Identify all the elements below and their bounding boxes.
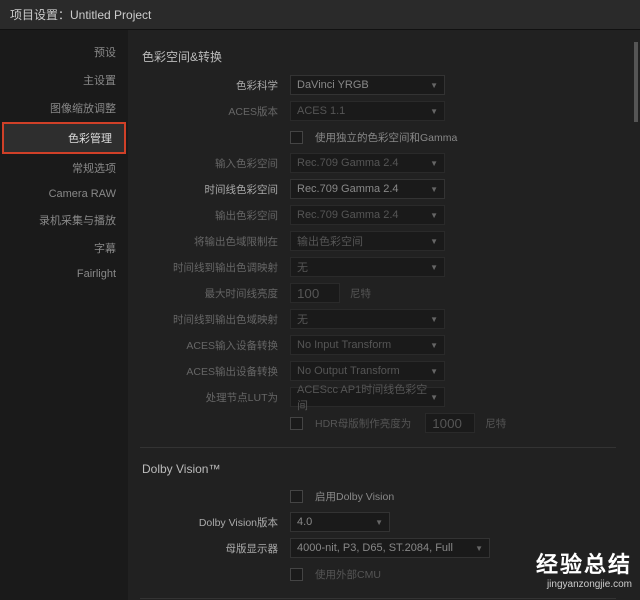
checkbox-dolby-enable[interactable] [290,490,303,503]
select-timeline-cs[interactable]: Rec.709 Gamma 2.4▼ [290,179,445,199]
content-panel: 色彩空间&转换 色彩科学DaVinci YRGB▼ ACES版本ACES 1.1… [128,30,640,600]
select-master-disp[interactable]: 4000-nit, P3, D65, ST.2084, Full▼ [290,538,490,558]
sidebar-item-image-scaling[interactable]: 图像缩放调整 [0,94,128,122]
label-dolby-version: Dolby Vision版本 [140,515,290,530]
select-aces-idt: No Input Transform▼ [290,335,445,355]
label-color-science: 色彩科学 [140,78,290,93]
select-limit-output: 输出色彩空间▼ [290,231,445,251]
sidebar-item-preset[interactable]: 预设 [0,38,128,66]
label-aces-version: ACES版本 [140,104,290,119]
chevron-down-icon: ▼ [430,81,438,90]
sidebar-item-camera-raw[interactable]: Camera RAW [0,182,128,206]
label-separate-cs: 使用独立的色彩空间和Gamma [315,130,457,145]
section-title-color: 色彩空间&转换 [142,48,616,65]
sidebar-item-subtitles[interactable]: 字幕 [0,234,128,262]
unit-nits: 尼特 [350,286,371,301]
label-aces-idt: ACES输入设备转换 [140,338,290,353]
unit-nits-2: 尼特 [485,416,506,431]
label-limit-output: 将输出色域限制在 [140,234,290,249]
sidebar-item-general[interactable]: 常规选项 [0,154,128,182]
label-ext-cmu: 使用外部CMU [315,567,381,582]
select-input-cs: Rec.709 Gamma 2.4▼ [290,153,445,173]
checkbox-separate-cs[interactable] [290,131,303,144]
sidebar-item-color-management[interactable]: 色彩管理 [2,122,126,154]
label-aces-odt: ACES输出设备转换 [140,364,290,379]
select-aces-version: ACES 1.1▼ [290,101,445,121]
select-tl-out-gam: 无▼ [290,309,445,329]
label-input-cs: 输入色彩空间 [140,156,290,171]
label-hdr-master: HDR母版制作亮度为 [315,416,411,431]
input-hdr-lum [425,413,475,433]
label-dolby-enable: 启用Dolby Vision [315,489,394,504]
checkbox-ext-cmu [290,568,303,581]
sidebar-item-capture[interactable]: 录机采集与播放 [0,206,128,234]
select-tl-out-map: 无▼ [290,257,445,277]
select-node-lut: ACEScc AP1时间线色彩空间▼ [290,387,445,407]
label-tl-out-gam: 时间线到输出色域映射 [140,312,290,327]
sidebar-item-main[interactable]: 主设置 [0,66,128,94]
select-aces-odt: No Output Transform▼ [290,361,445,381]
divider [140,598,616,599]
section-title-dolby: Dolby Vision™ [142,462,616,476]
label-timeline-cs: 时间线色彩空间 [140,182,290,197]
divider [140,447,616,448]
label-node-lut: 处理节点LUT为 [140,390,290,405]
checkbox-hdr-master [290,417,303,430]
select-color-science[interactable]: DaVinci YRGB▼ [290,75,445,95]
window-title: 项目设置：Untitled Project [0,0,640,30]
label-master-disp: 母版显示器 [140,541,290,556]
select-dolby-version[interactable]: 4.0▼ [290,512,390,532]
label-max-tl-lum: 最大时间线亮度 [140,286,290,301]
input-max-tl-lum [290,283,340,303]
main-layout: 预设 主设置 图像缩放调整 色彩管理 常规选项 Camera RAW 录机采集与… [0,30,640,600]
sidebar-item-fairlight[interactable]: Fairlight [0,262,128,286]
sidebar: 预设 主设置 图像缩放调整 色彩管理 常规选项 Camera RAW 录机采集与… [0,30,128,600]
scrollbar-thumb[interactable] [634,42,638,122]
label-output-cs: 输出色彩空间 [140,208,290,223]
select-output-cs: Rec.709 Gamma 2.4▼ [290,205,445,225]
label-tl-out-map: 时间线到输出色调映射 [140,260,290,275]
